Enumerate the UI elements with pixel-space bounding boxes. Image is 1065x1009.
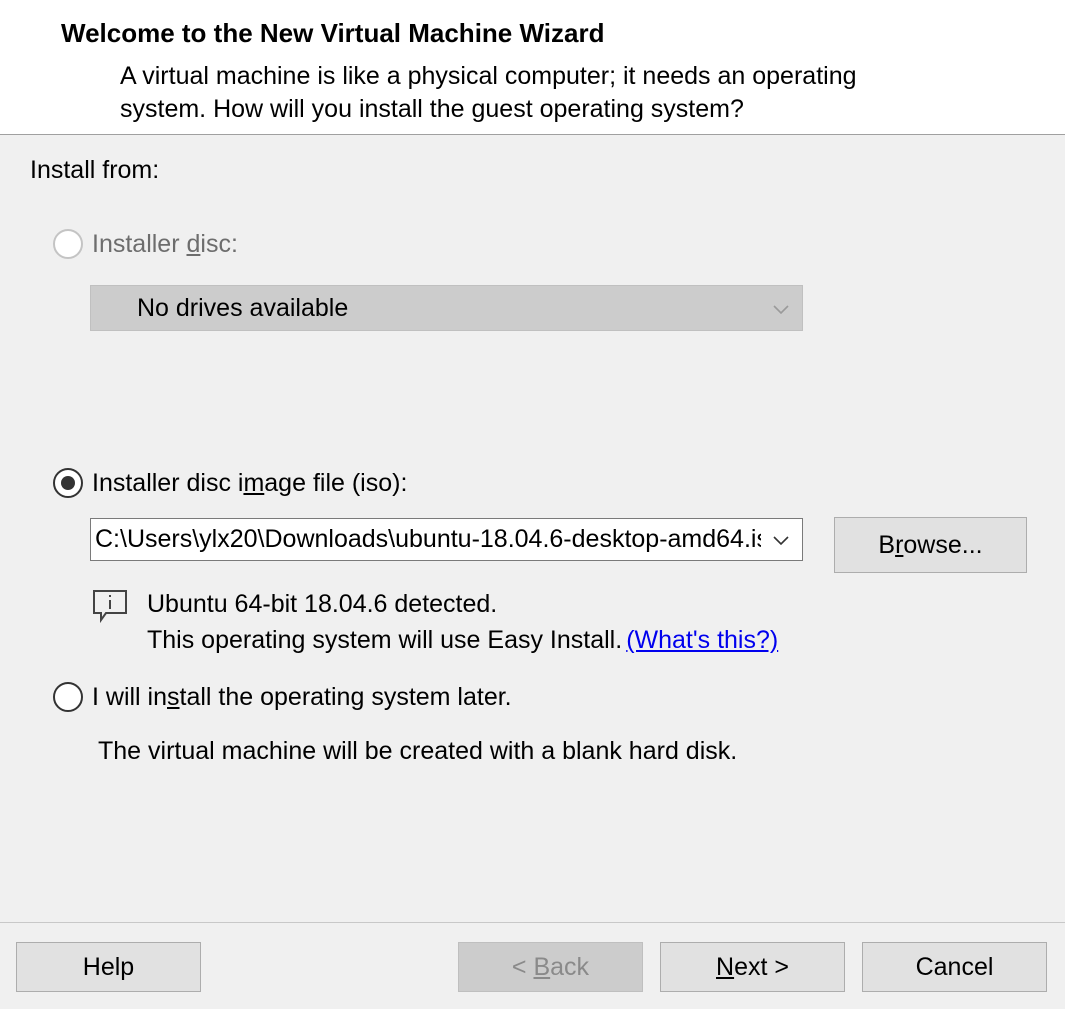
iso-path-value: C:\Users\ylx20\Downloads\ubuntu-18.04.6-… [95,525,761,553]
iso-path-combobox[interactable]: C:\Users\ylx20\Downloads\ubuntu-18.04.6-… [90,518,803,561]
wizard-subtitle: A virtual machine is like a physical com… [120,62,857,123]
next-button[interactable]: Next > [660,942,845,992]
drive-select-value: No drives available [137,294,349,322]
wizard-title: Welcome to the New Virtual Machine Wizar… [61,18,605,48]
wizard-header: Welcome to the New Virtual Machine Wizar… [0,0,1065,135]
install-later-label: I will install the operating system late… [92,683,512,711]
back-button[interactable]: < Back [458,942,643,992]
info-icon [93,590,127,623]
os-detected-text: Ubuntu 64-bit 18.04.6 detected. [147,590,498,618]
whats-this-link[interactable]: (What's this?) [626,626,778,654]
drive-select[interactable]: No drives available [90,285,803,331]
install-later-radio[interactable] [53,682,83,712]
chevron-down-icon[interactable] [772,531,790,549]
install-from-label: Install from: [30,156,160,184]
installer-disc-radio[interactable] [53,229,83,259]
iso-label: Installer disc image file (iso): [92,469,408,497]
installer-disc-label: Installer disc: [92,230,238,258]
easy-install-line: This operating system will use Easy Inst… [147,626,778,655]
iso-radio[interactable] [53,468,83,498]
chevron-down-icon [773,305,789,315]
footer-divider [0,922,1065,923]
blank-disk-note: The virtual machine will be created with… [98,737,738,765]
help-button[interactable]: Help [16,942,201,992]
cancel-button[interactable]: Cancel [862,942,1047,992]
browse-button[interactable]: Browse... [834,517,1027,573]
easy-install-text: This operating system will use Easy Inst… [147,626,623,654]
